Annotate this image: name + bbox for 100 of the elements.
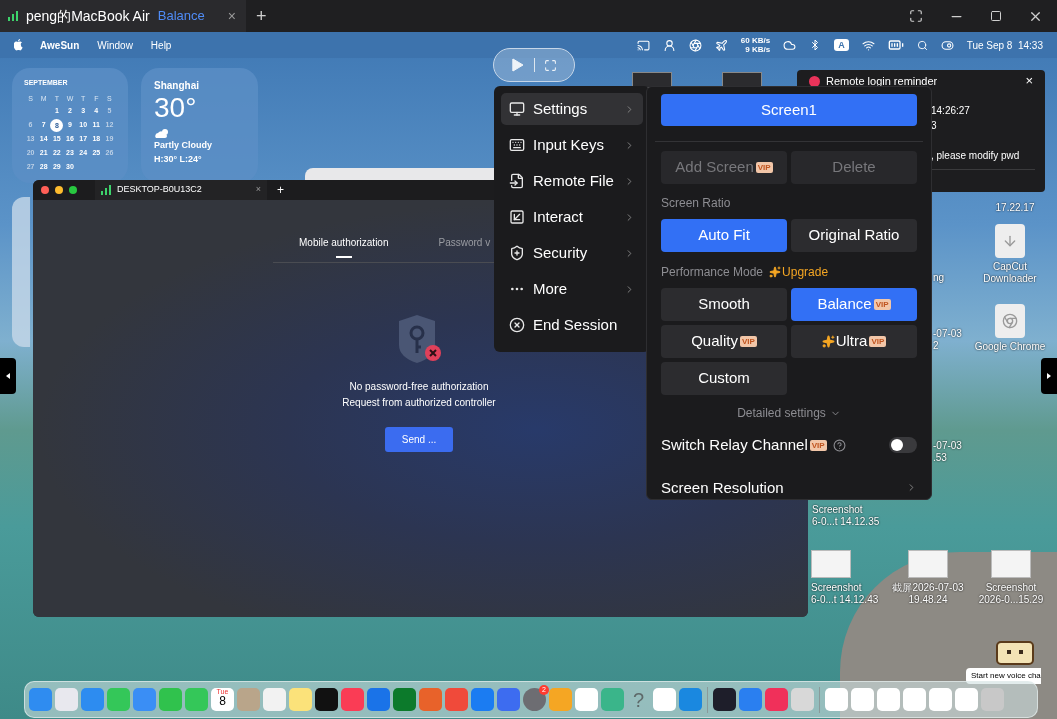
add-tab-button[interactable]: +: [277, 181, 284, 199]
zoom-window-button[interactable]: [69, 186, 77, 194]
notification-text: 14:26:27: [931, 104, 971, 118]
close-tab-button[interactable]: ×: [255, 183, 261, 197]
menu-item[interactable]: Help: [150, 37, 172, 53]
auth-message: No password-free authorization: [349, 380, 489, 394]
menu-item[interactable]: More: [501, 273, 643, 305]
notification-text: , please modify pwd: [931, 149, 1021, 163]
menu-item[interactable]: Settings: [501, 93, 643, 125]
resolution-row[interactable]: Screen Resolution: [661, 476, 917, 499]
performance-option[interactable]: Quality VIP: [661, 325, 787, 358]
performance-option[interactable]: Balance VIP: [791, 288, 917, 321]
aperture-icon[interactable]: [688, 38, 702, 52]
auth-tab[interactable]: Mobile authorization: [299, 235, 389, 262]
screenshot-thumbnail[interactable]: [908, 550, 948, 578]
menu-label: Remote File: [533, 170, 614, 191]
weather-range: H:30° L:24°: [154, 152, 203, 166]
screenshot-thumbnail[interactable]: [811, 550, 851, 578]
close-tab-button[interactable]: ×: [227, 5, 236, 27]
menu-label: Interact: [533, 206, 584, 227]
menu-item[interactable]: Window: [97, 37, 133, 53]
relay-label: Switch Relay Channel: [661, 435, 808, 455]
performance-option[interactable]: Smooth: [661, 288, 787, 321]
sparkle-icon: [769, 266, 782, 278]
app-installer-icon[interactable]: [995, 304, 1025, 338]
battery-icon[interactable]: [887, 37, 904, 53]
left-edge-handle[interactable]: [0, 358, 16, 394]
upgrade-link[interactable]: Upgrade: [769, 263, 829, 281]
file-label: CapCut: [993, 261, 1027, 273]
session-tab[interactable]: peng的MacBook Air Balance ×: [0, 0, 246, 32]
left-triangle-icon: [6, 373, 10, 379]
send-button[interactable]: Send ...: [385, 427, 453, 452]
notification-text: 3: [931, 119, 938, 133]
ratio-option[interactable]: Auto Fit: [661, 219, 787, 252]
right-triangle-icon: [1047, 373, 1051, 379]
app-icon[interactable]: [713, 688, 736, 711]
wifi-icon[interactable]: [861, 38, 875, 52]
apple-logo-icon[interactable]: [14, 39, 25, 51]
menu-bar-clock[interactable]: Tue Sep 8 14:33: [966, 37, 1043, 53]
file-label: 2026-0...15.29: [978, 594, 1044, 606]
file-label: 6-0...t 14.12.35: [812, 516, 880, 528]
device-name: peng的MacBook Air: [26, 6, 150, 26]
close-window-button[interactable]: [41, 186, 49, 194]
control-center-icon[interactable]: [940, 38, 954, 52]
maximize-icon[interactable]: [990, 10, 1002, 22]
file-icon: [509, 173, 525, 189]
network-speed: 60 KB/s 9 KB/s: [740, 36, 771, 54]
file-label: 19.48.24: [908, 594, 948, 606]
app-icon[interactable]: [315, 688, 338, 711]
menu-label: More: [533, 278, 568, 299]
file-label: Downloader: [983, 273, 1037, 285]
auth-tab[interactable]: Password v: [438, 235, 491, 262]
mode-label: Balance: [157, 7, 205, 26]
section-label: Screen Ratio: [661, 195, 732, 212]
app-installer-icon[interactable]: [995, 224, 1025, 258]
voice-tooltip: Start new voice cha: [966, 668, 1041, 684]
vip-badge: VIP: [873, 299, 891, 310]
section-label: Performance Mode: [661, 264, 764, 281]
cast-icon[interactable]: [636, 38, 650, 52]
shield-icon: [509, 245, 525, 261]
device-tab-label: DESKTOP-B0U13C2: [117, 183, 202, 197]
app-menu[interactable]: AweSun: [40, 37, 80, 53]
file-label: 6-0...t 14.12.43: [811, 594, 879, 606]
screen-button[interactable]: Screen1: [661, 94, 917, 126]
file-label: 2: [933, 340, 939, 352]
menu-item[interactable]: Remote File: [501, 165, 643, 197]
close-button[interactable]: ×: [1025, 75, 1033, 87]
circle-x-icon: [509, 317, 525, 333]
screenshot-thumbnail[interactable]: [991, 550, 1031, 578]
plane-icon[interactable]: [714, 38, 728, 52]
menu-item[interactable]: Input Keys: [501, 129, 643, 161]
right-edge-handle[interactable]: [1041, 358, 1057, 394]
fullscreen-icon[interactable]: [909, 9, 923, 23]
file-label: Google Chrome: [974, 341, 1046, 353]
menu-item[interactable]: Interact: [501, 201, 643, 233]
minimize-window-button[interactable]: [55, 186, 63, 194]
vip-badge: VIP: [755, 162, 773, 173]
signal-icon: [101, 185, 111, 195]
ratio-option[interactable]: Original Ratio: [791, 219, 917, 252]
keyboard-icon: [509, 137, 525, 153]
file-label: ng: [933, 272, 945, 284]
relay-toggle[interactable]: [889, 437, 917, 454]
menu-item[interactable]: Security: [501, 237, 643, 269]
device-tab[interactable]: DESKTOP-B0U13C2 ×: [95, 180, 267, 200]
search-icon[interactable]: [916, 39, 928, 51]
cloud-icon[interactable]: [783, 38, 797, 52]
performance-option[interactable]: Ultra VIP: [791, 325, 917, 358]
menu-label: Security: [533, 242, 588, 263]
input-source-indicator[interactable]: A: [834, 39, 849, 51]
add-tab-button[interactable]: +: [256, 2, 267, 30]
vip-badge: VIP: [869, 336, 887, 347]
chevron-right-icon: [624, 247, 635, 259]
person-icon[interactable]: [662, 38, 676, 52]
menu-item[interactable]: End Session: [501, 309, 643, 341]
file-label: -07-03: [933, 328, 962, 340]
help-icon[interactable]: [832, 438, 846, 452]
performance-option[interactable]: Custom: [661, 362, 787, 395]
app-badge-icon: [809, 75, 820, 87]
detailed-settings-toggle[interactable]: Detailed settings: [737, 404, 841, 422]
weather-temperature: 30°: [154, 93, 198, 123]
